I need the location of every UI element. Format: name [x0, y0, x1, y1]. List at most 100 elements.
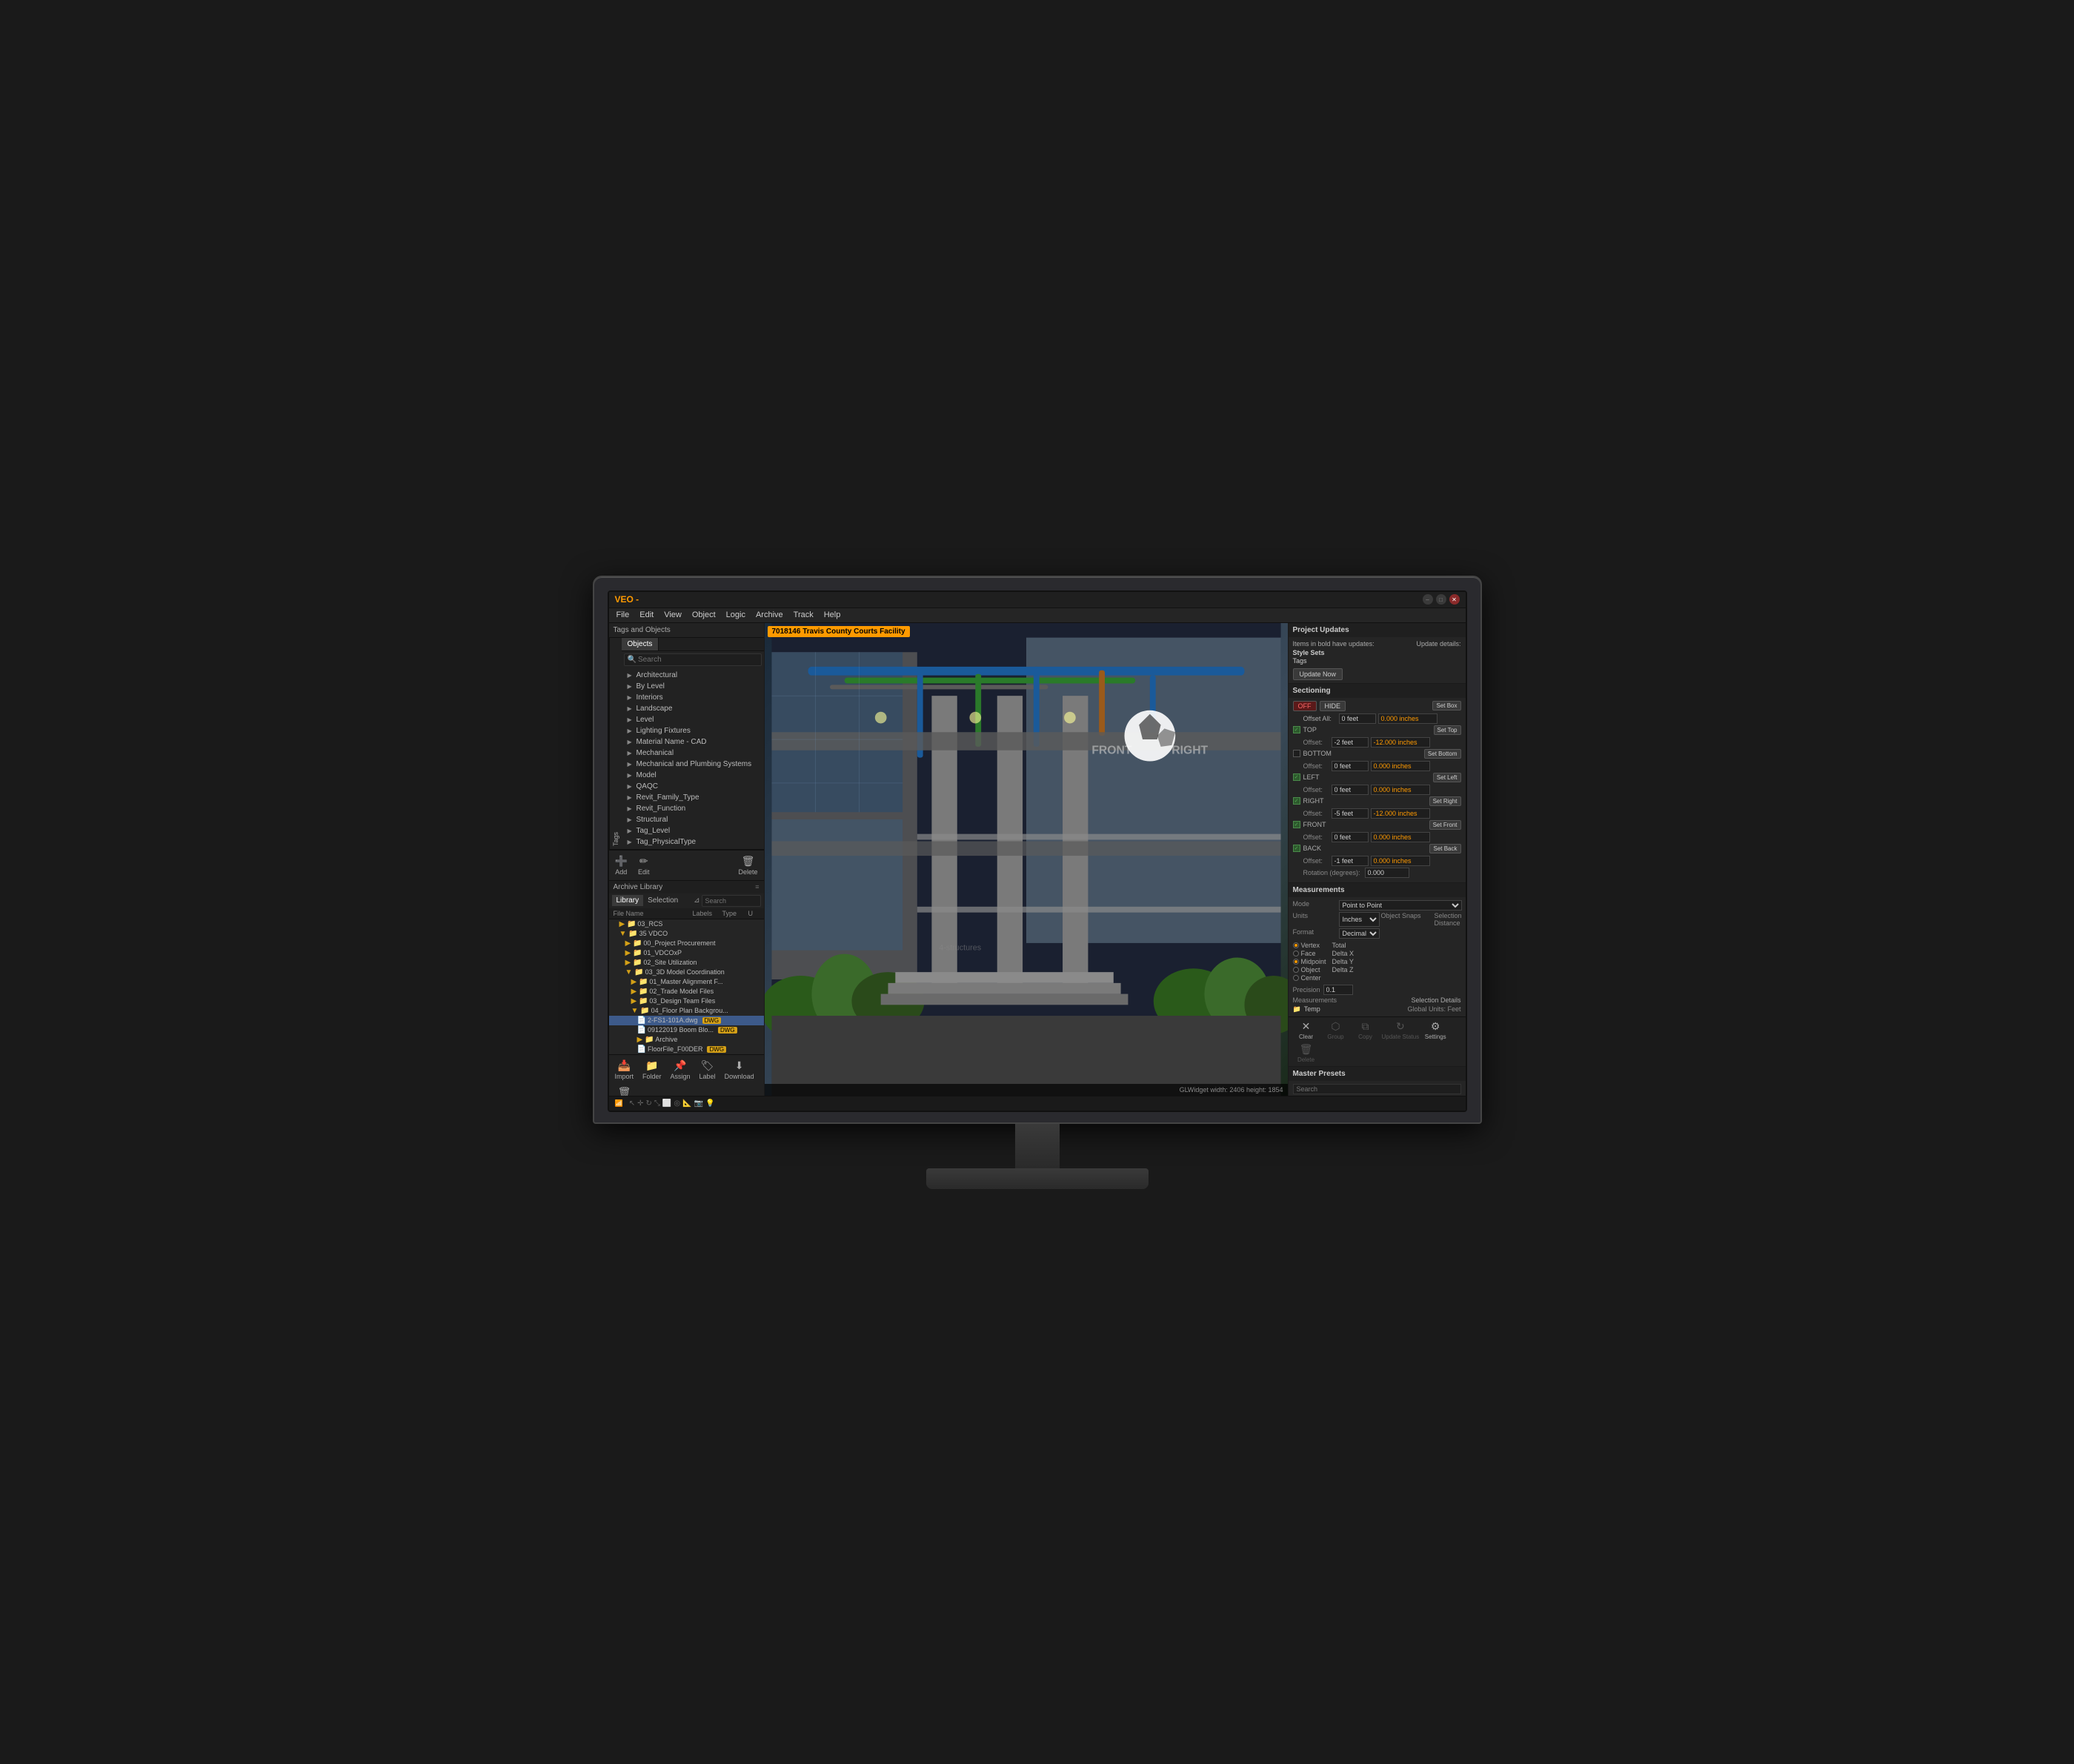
tree-item-material[interactable]: ▶Material Name - CAD: [622, 736, 764, 748]
tab-tags[interactable]: Tags: [609, 638, 622, 849]
delete-button-archive[interactable]: 🗑Delete: [612, 1085, 637, 1096]
radio-face[interactable]: Face: [1293, 950, 1326, 957]
sect-front-checkbox[interactable]: ✓: [1293, 821, 1300, 828]
front-offset-feet[interactable]: [1332, 832, 1369, 842]
tree-item-qaqc[interactable]: ▶QAQC: [622, 781, 764, 792]
menu-archive[interactable]: Archive: [751, 610, 788, 620]
format-select[interactable]: Decimal: [1339, 928, 1380, 939]
search-input[interactable]: [638, 656, 758, 664]
set-bottom-button[interactable]: Set Bottom: [1424, 749, 1461, 759]
settings-button[interactable]: ⚙Settings: [1422, 1020, 1449, 1040]
archive-search-input[interactable]: [705, 897, 757, 905]
delete-button-meas[interactable]: 🗑Delete: [1293, 1043, 1320, 1063]
units-select[interactable]: Inches: [1339, 912, 1380, 927]
update-now-button[interactable]: Update Now: [1293, 668, 1343, 680]
filter-icon[interactable]: ⊿: [694, 896, 699, 905]
select-box-icon[interactable]: ⬜: [662, 1099, 671, 1108]
tree-item-tag-physical[interactable]: ▶Tag_PhysicalType: [622, 836, 764, 848]
add-button[interactable]: ➕ Add: [612, 853, 631, 877]
move-icon[interactable]: ✛: [637, 1099, 643, 1108]
left-offset-feet[interactable]: [1332, 785, 1369, 795]
set-top-button[interactable]: Set Top: [1434, 725, 1461, 735]
menu-object[interactable]: Object: [688, 610, 720, 620]
set-box-button[interactable]: Set Box: [1432, 701, 1460, 710]
tree-item-model[interactable]: ▶Model: [622, 770, 764, 781]
sect-right-checkbox[interactable]: ✓: [1293, 797, 1300, 805]
sect-hide-button[interactable]: HIDE: [1320, 701, 1346, 711]
lasso-icon[interactable]: ◎: [674, 1099, 680, 1108]
set-right-button[interactable]: Set Right: [1429, 796, 1461, 806]
tree-item-level[interactable]: ▶Level: [622, 714, 764, 725]
menu-view[interactable]: View: [659, 610, 686, 620]
update-status-button[interactable]: ↻Update Status: [1382, 1020, 1420, 1040]
tree-item-mech-plumbing[interactable]: ▶Mechanical and Plumbing Systems: [622, 759, 764, 770]
back-offset-feet[interactable]: [1332, 856, 1369, 866]
file-row-archive-folder[interactable]: ▶ 📁 Archive: [609, 1035, 764, 1045]
camera-icon[interactable]: 📷: [694, 1099, 703, 1108]
menu-track[interactable]: Track: [789, 610, 818, 620]
import-button[interactable]: 📥Import: [612, 1058, 637, 1082]
edit-button[interactable]: ✏ Edit: [635, 853, 653, 877]
rotate-icon[interactable]: ↻: [646, 1099, 652, 1108]
top-offset-feet[interactable]: [1332, 737, 1369, 748]
set-back-button[interactable]: Set Back: [1429, 844, 1460, 853]
cursor-icon[interactable]: ↖: [629, 1099, 635, 1108]
sect-off-button[interactable]: OFF: [1293, 701, 1317, 711]
file-row-procurement[interactable]: ▶ 📁 00_Project Procurement: [609, 939, 764, 948]
close-button[interactable]: ✕: [1449, 594, 1460, 605]
file-row-35vdco[interactable]: ▼ 📁 35 VDCO: [609, 929, 764, 939]
archive-tab-library[interactable]: Library: [612, 895, 644, 906]
file-row-boom-blo[interactable]: 📄 09122019 Boom Blo... DWG: [609, 1025, 764, 1035]
tree-item-landscape[interactable]: ▶Landscape: [622, 703, 764, 714]
sect-bottom-checkbox[interactable]: [1293, 750, 1300, 757]
tree-item-revit-family[interactable]: ▶Revit_Family_Type: [622, 792, 764, 803]
tree-item-bylevel[interactable]: ▶By Level: [622, 681, 764, 692]
sect-back-checkbox[interactable]: ✓: [1293, 845, 1300, 852]
tree-item-revit-function[interactable]: ▶Revit_Function: [622, 803, 764, 814]
assign-button[interactable]: 📌Assign: [668, 1058, 694, 1082]
file-row-3d-model[interactable]: ▼ 📁 03_3D Model Coordination: [609, 968, 764, 977]
delete-button-left[interactable]: 🗑 Delete: [735, 853, 760, 877]
file-row-trade-model[interactable]: ▶ 📁 02_Trade Model Files: [609, 987, 764, 996]
radio-midpoint[interactable]: Midpoint: [1293, 958, 1326, 965]
scale-icon[interactable]: ⤡: [654, 1099, 660, 1108]
viewport-3d[interactable]: FRONT RIGHT 4-structures: [765, 623, 1288, 1096]
set-left-button[interactable]: Set Left: [1433, 773, 1461, 782]
maximize-button[interactable]: □: [1436, 594, 1446, 605]
file-row-design-team[interactable]: ▶ 📁 03_Design Team Files: [609, 996, 764, 1006]
menu-help[interactable]: Help: [820, 610, 845, 620]
tree-item-mechanical[interactable]: ▶Mechanical: [622, 748, 764, 759]
file-row-vdcoxp[interactable]: ▶ 📁 01_VDCOxP: [609, 948, 764, 958]
copy-button[interactable]: ⧉Copy: [1352, 1020, 1379, 1040]
file-row-dwg-101a[interactable]: 📄 2-FS1-101A.dwg DWG: [609, 1016, 764, 1025]
precision-input[interactable]: [1323, 985, 1353, 995]
radio-vertex[interactable]: Vertex: [1293, 942, 1326, 949]
archive-tab-selection[interactable]: Selection: [643, 895, 682, 906]
clear-button[interactable]: ✕Clear: [1293, 1020, 1320, 1040]
file-row-03rcs[interactable]: ▶ 📁 03_RCS: [609, 919, 764, 929]
mode-select[interactable]: Point to Point: [1339, 900, 1462, 911]
tree-item-lighting[interactable]: ▶Lighting Fixtures: [622, 725, 764, 736]
tree-item-tag-level[interactable]: ▶Tag_Level: [622, 825, 764, 836]
measure-icon[interactable]: 📐: [682, 1099, 691, 1108]
tree-item-interiors[interactable]: ▶Interiors: [622, 692, 764, 703]
light-icon[interactable]: 💡: [705, 1099, 714, 1108]
offset-all-feet-input[interactable]: [1339, 713, 1376, 724]
file-row-master-align[interactable]: ▶ 📁 01_Master Alignment F...: [609, 977, 764, 987]
menu-file[interactable]: File: [612, 610, 634, 620]
menu-logic[interactable]: Logic: [722, 610, 750, 620]
menu-edit[interactable]: Edit: [635, 610, 658, 620]
set-front-button[interactable]: Set Front: [1429, 820, 1461, 830]
file-row-site-util[interactable]: ▶ 📁 02_Site Utilization: [609, 958, 764, 968]
group-button[interactable]: ⬡Group: [1323, 1020, 1349, 1040]
file-row-floor-file[interactable]: 📄 FloorFile_F00DER DWG: [609, 1045, 764, 1054]
tab-objects[interactable]: Objects: [622, 638, 659, 650]
sect-top-checkbox[interactable]: ✓: [1293, 726, 1300, 733]
radio-center[interactable]: Center: [1293, 974, 1326, 982]
rotation-input[interactable]: [1365, 868, 1409, 878]
bottom-offset-feet[interactable]: [1332, 761, 1369, 771]
tree-item-architectural[interactable]: ▶Architectural: [622, 670, 764, 681]
sect-left-checkbox[interactable]: ✓: [1293, 773, 1300, 781]
radio-object[interactable]: Object: [1293, 966, 1326, 973]
folder-button[interactable]: 📁Folder: [639, 1058, 665, 1082]
